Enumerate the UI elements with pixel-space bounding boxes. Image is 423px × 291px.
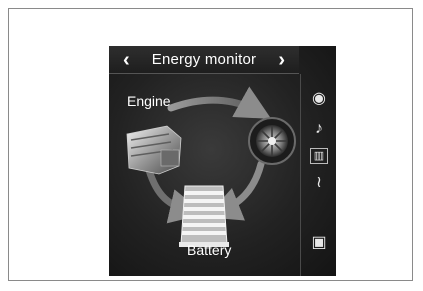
- energy-monitor-icon[interactable]: ▥: [310, 148, 328, 164]
- battery-icon: [179, 185, 229, 247]
- side-menu: ◉ ♪ ▥ ≀ ▣: [300, 74, 336, 276]
- engine-icon: [126, 125, 182, 175]
- display-screen: ‹ Energy monitor › Engine Battery ◉ ♪ ▥ …: [109, 46, 336, 276]
- engine-to-wheel-flow-arrow: [167, 86, 272, 119]
- audio-icon[interactable]: ♪: [308, 118, 330, 140]
- engine-label: Engine: [127, 93, 171, 109]
- wheel-icon: [248, 117, 296, 165]
- climate-icon[interactable]: ≀: [308, 172, 330, 194]
- figure-frame: ‹ Energy monitor › Engine Battery ◉ ♪ ▥ …: [8, 8, 413, 281]
- wheel-to-battery-flow-arrow: [206, 160, 265, 221]
- navigation-icon[interactable]: ◉: [308, 88, 330, 110]
- battery-label: Battery: [187, 242, 232, 258]
- screen-icon[interactable]: ▣: [308, 232, 330, 254]
